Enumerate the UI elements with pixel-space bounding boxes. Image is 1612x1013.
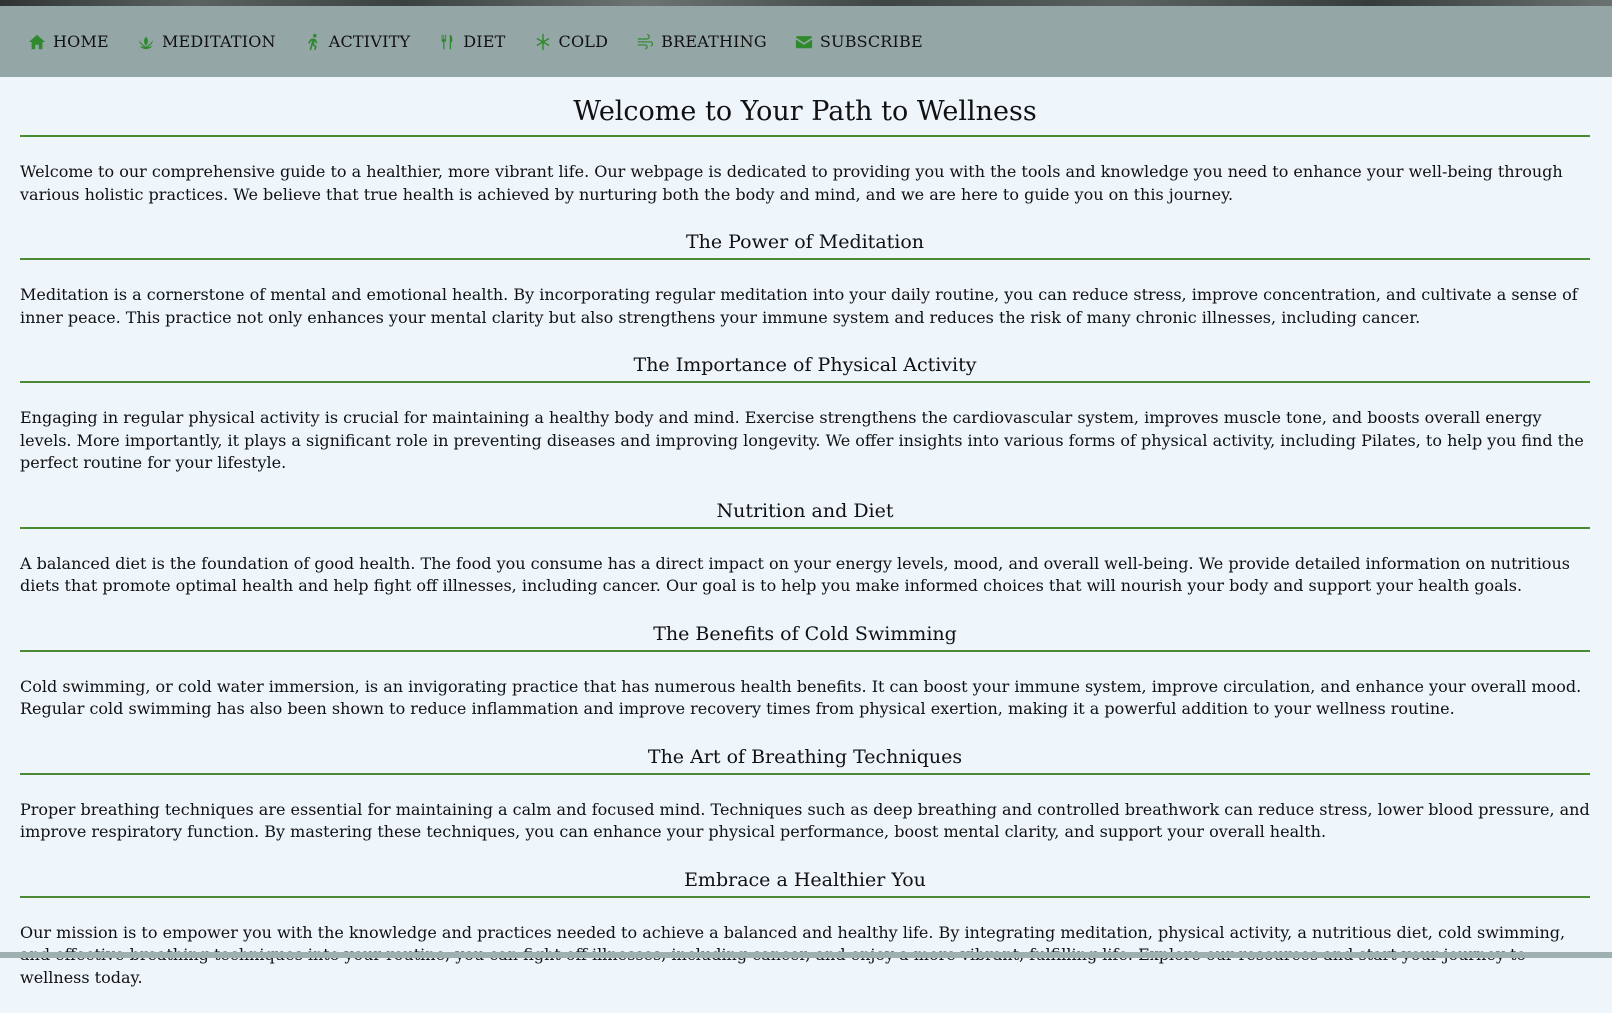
running-icon [307,33,318,50]
intro-paragraph: Welcome to our comprehensive guide to a … [20,162,1563,204]
section-text: A balanced diet is the foundation of goo… [20,553,1570,596]
nav-breathing[interactable]: BREATHING [636,32,767,51]
section-heading: The Benefits of Cold Swimming [20,622,1590,652]
main-content: Welcome to Your Path to Wellness Welcome… [20,77,1590,1013]
envelope-icon [795,35,812,48]
nav-cold[interactable]: COLD [534,32,609,51]
section-heading: The Importance of Physical Activity [20,353,1590,383]
section-text: Meditation is a cornerstone of mental an… [20,285,1578,327]
home-icon [28,34,46,49]
nav-meditation-label: MEDITATION [161,32,276,51]
section-heading: The Power of Meditation [20,230,1590,260]
lotus-icon [138,36,154,49]
section-diet: Nutrition and Diet A balanced diet is th… [20,499,1590,598]
section-text: Engaging in regular physical activity is… [20,408,1584,472]
nav-diet-label: DIET [463,32,506,51]
nav-cold-label: COLD [558,32,609,51]
section-heading: The Art of Breathing Techniques [20,745,1590,775]
nav-activity[interactable]: ACTIVITY [304,32,411,51]
nav-home-label: HOME [53,32,109,51]
wind-icon [637,33,654,49]
section-meditation: The Power of Meditation Meditation is a … [20,230,1590,329]
nav-subscribe[interactable]: SUBSCRIBE [795,32,923,51]
section-activity: The Importance of Physical Activity Enga… [20,353,1590,475]
footer-strip [0,952,1612,958]
nav-activity-label: ACTIVITY [328,32,411,51]
section-heading: Nutrition and Diet [20,499,1590,529]
section-embrace: Embrace a Healthier You Our mission is t… [20,868,1590,990]
main-navigation: HOME MEDITATION ACTIVITY DIET COLD BREAT… [0,6,1612,77]
section-breathing: The Art of Breathing Techniques Proper b… [20,745,1590,844]
section-text: Proper breathing techniques are essentia… [20,799,1590,842]
section-cold: The Benefits of Cold Swimming Cold swimm… [20,622,1590,721]
section-text: Cold swimming, or cold water immersion, … [20,676,1582,719]
page-title: Welcome to Your Path to Wellness [20,95,1590,137]
nav-meditation[interactable]: MEDITATION [137,32,276,51]
utensils-icon [441,34,453,49]
snowflake-icon [536,33,550,50]
nav-diet[interactable]: DIET [438,32,505,51]
nav-home[interactable]: HOME [28,32,109,51]
nav-subscribe-label: SUBSCRIBE [819,32,923,51]
nav-breathing-label: BREATHING [661,32,767,51]
section-heading: Embrace a Healthier You [20,868,1590,898]
